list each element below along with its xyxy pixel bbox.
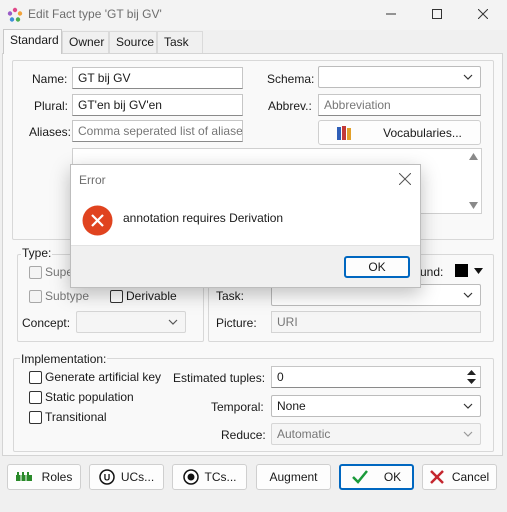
implementation-legend: Implementation:: [20, 352, 108, 366]
maximize-button[interactable]: [414, 0, 460, 28]
schema-label: Schema:: [267, 72, 315, 86]
cancel-button[interactable]: Cancel: [422, 464, 497, 490]
chevron-down-icon: [463, 403, 473, 409]
transitional-label: Transitional: [45, 410, 107, 424]
picture-label: Picture:: [216, 316, 257, 330]
estimated-tuples-spinner[interactable]: 0: [271, 366, 481, 388]
picture-input[interactable]: URI: [271, 311, 481, 333]
color-dropdown-icon[interactable]: [474, 268, 483, 274]
abbrev-label: Abbrev.:: [268, 99, 312, 113]
type-legend: Type:: [21, 246, 53, 260]
generate-key-checkbox[interactable]: [29, 371, 42, 384]
temporal-select[interactable]: None: [271, 395, 481, 417]
error-message: annotation requires Derivation: [123, 211, 284, 225]
dialog-close-button[interactable]: [397, 171, 413, 187]
plural-label: Plural:: [34, 99, 69, 113]
dialog-ok-button[interactable]: OK: [344, 256, 410, 278]
task-label: Task:: [216, 289, 245, 303]
total-constraint-icon: [182, 469, 199, 485]
supertype-label: Supe: [45, 265, 74, 279]
tab-owner[interactable]: Owner: [62, 31, 109, 53]
dialog-title: Error: [79, 173, 106, 187]
supertype-checkbox[interactable]: [29, 266, 42, 279]
concept-select[interactable]: [76, 311, 186, 333]
name-input[interactable]: GT bij GV: [72, 67, 243, 89]
svg-text:U: U: [104, 473, 111, 483]
window-title: Edit Fact type 'GT bij GV': [28, 7, 162, 21]
close-icon: [398, 172, 412, 186]
aliases-label: Aliases:: [29, 125, 72, 139]
maximize-icon: [432, 9, 442, 19]
temporal-label: Temporal:: [211, 400, 264, 414]
plural-input[interactable]: GT'en bij GV'en: [72, 94, 243, 116]
close-icon: [478, 9, 488, 19]
tab-source[interactable]: Source: [109, 31, 157, 53]
subtype-label: Subtype: [45, 289, 90, 303]
chevron-down-icon: [463, 431, 473, 437]
roles-button[interactable]: Roles: [7, 464, 81, 490]
app-logo-icon: [7, 7, 23, 23]
chevron-down-icon: [463, 292, 473, 298]
transitional-checkbox[interactable]: [29, 411, 42, 424]
concept-label: Concept:: [22, 316, 71, 330]
tab-task[interactable]: Task: [157, 31, 203, 53]
minimize-icon: [386, 13, 396, 15]
static-population-checkbox[interactable]: [29, 391, 42, 404]
roles-icon: [15, 472, 32, 481]
error-icon: [82, 205, 113, 236]
uniqueness-constraint-icon: U: [99, 469, 115, 485]
spinner-arrows-icon[interactable]: [467, 369, 476, 385]
reduce-label: Reduce:: [221, 428, 266, 442]
static-population-label: Static population: [45, 390, 134, 404]
ok-button[interactable]: OK: [339, 464, 414, 490]
chevron-down-icon: [463, 74, 473, 80]
ucs-button[interactable]: U UCs...: [89, 464, 164, 490]
background-color-swatch[interactable]: [455, 264, 468, 277]
close-window-button[interactable]: [460, 0, 506, 28]
reduce-select[interactable]: Automatic: [271, 423, 481, 445]
abbrev-input[interactable]: Abbreviation: [318, 94, 481, 116]
augment-button[interactable]: Augment: [256, 464, 331, 490]
background-label: und:: [420, 265, 444, 279]
derivable-label: Derivable: [126, 289, 177, 303]
subtype-checkbox[interactable]: [29, 290, 42, 303]
books-icon: [337, 125, 352, 140]
estimated-tuples-label: Estimated tuples:: [173, 371, 266, 385]
minimize-button[interactable]: [368, 0, 414, 28]
name-label: Name:: [32, 72, 68, 86]
tab-standard[interactable]: Standard: [3, 29, 62, 54]
scroll-down-icon[interactable]: [469, 202, 478, 209]
x-mark-icon: [429, 470, 444, 484]
schema-select[interactable]: [318, 66, 481, 88]
scroll-up-icon[interactable]: [469, 153, 478, 160]
derivable-checkbox[interactable]: [110, 290, 123, 303]
chevron-down-icon: [168, 319, 178, 325]
error-dialog: Error annotation requires Derivation OK: [70, 164, 421, 288]
vocabularies-button[interactable]: Vocabularies...: [318, 120, 481, 145]
generate-key-label: Generate artificial key: [45, 370, 162, 384]
checkmark-icon: [351, 470, 368, 484]
tcs-button[interactable]: TCs...: [172, 464, 247, 490]
aliases-input[interactable]: Comma seperated list of aliases: [72, 120, 243, 142]
